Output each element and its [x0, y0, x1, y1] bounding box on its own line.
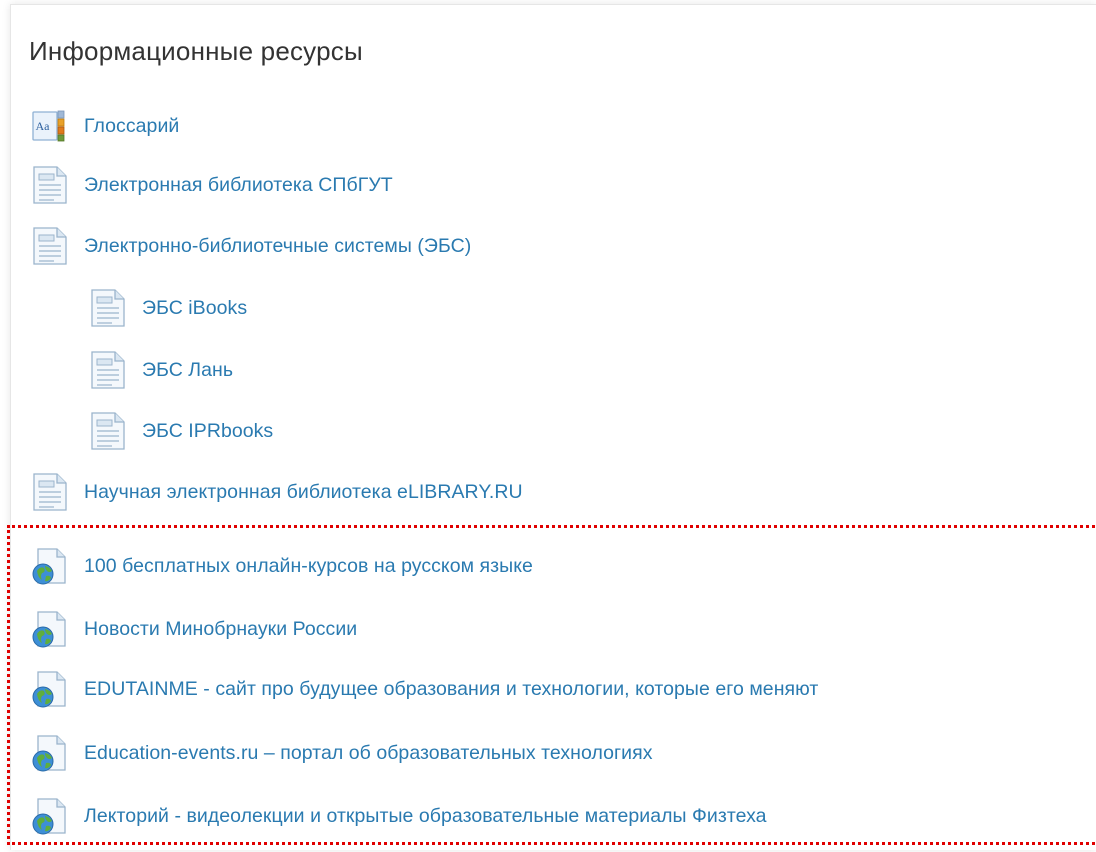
resource-label: Education-events.ru – портал об образова… [84, 741, 653, 764]
resource-link-glossary[interactable]: Глоссарий [30, 106, 179, 146]
resource-link-ebs-ibooks[interactable]: ЭБС iBooks [88, 288, 247, 328]
resource-label: EDUTAINME - сайт про будущее образования… [84, 677, 819, 700]
page-icon [88, 411, 128, 451]
url-globe-icon [30, 733, 70, 773]
resource-label: Электронная библиотека СПбГУТ [84, 173, 393, 196]
resource-link-free-courses[interactable]: 100 бесплатных онлайн-курсов на русском … [30, 546, 533, 586]
resource-label: Электронно-библиотечные системы (ЭБС) [84, 234, 472, 257]
page-icon [88, 288, 128, 328]
resource-link-spbgut-library[interactable]: Электронная библиотека СПбГУТ [30, 165, 393, 205]
url-globe-icon [30, 609, 70, 649]
resource-link-lectorium[interactable]: Лекторий - видеолекции и открытые образо… [30, 796, 767, 836]
resource-label: Лекторий - видеолекции и открытые образо… [84, 804, 767, 827]
page-icon [30, 472, 70, 512]
resource-link-education-events[interactable]: Education-events.ru – портал об образова… [30, 733, 653, 773]
block-title: Информационные ресурсы [29, 36, 363, 66]
resource-link-ebs[interactable]: Электронно-библиотечные системы (ЭБС) [30, 226, 471, 266]
page-icon [88, 350, 128, 390]
resource-label: ЭБС Лань [142, 358, 234, 381]
page-icon [30, 226, 70, 266]
resource-link-minobrnauki-news[interactable]: Новости Минобрнауки России [30, 609, 357, 649]
resource-label: ЭБС IPRbooks [142, 419, 274, 442]
resource-label: Глоссарий [84, 114, 180, 137]
url-globe-icon [30, 796, 70, 836]
url-globe-icon [30, 669, 70, 709]
resource-label: ЭБС iBooks [142, 296, 248, 319]
glossary-icon [30, 106, 70, 146]
resource-link-ebs-iprbooks[interactable]: ЭБС IPRbooks [88, 411, 273, 451]
resource-link-ebs-lan[interactable]: ЭБС Лань [88, 350, 233, 390]
resource-label: Научная электронная библиотека eLIBRARY.… [84, 480, 523, 503]
resource-label: Новости Минобрнауки России [84, 617, 358, 640]
resource-label: 100 бесплатных онлайн-курсов на русском … [84, 554, 533, 577]
url-globe-icon [30, 546, 70, 586]
page-icon [30, 165, 70, 205]
resource-link-elibrary[interactable]: Научная электронная библиотека eLIBRARY.… [30, 472, 523, 512]
resource-link-edutainme[interactable]: EDUTAINME - сайт про будущее образования… [30, 669, 818, 709]
